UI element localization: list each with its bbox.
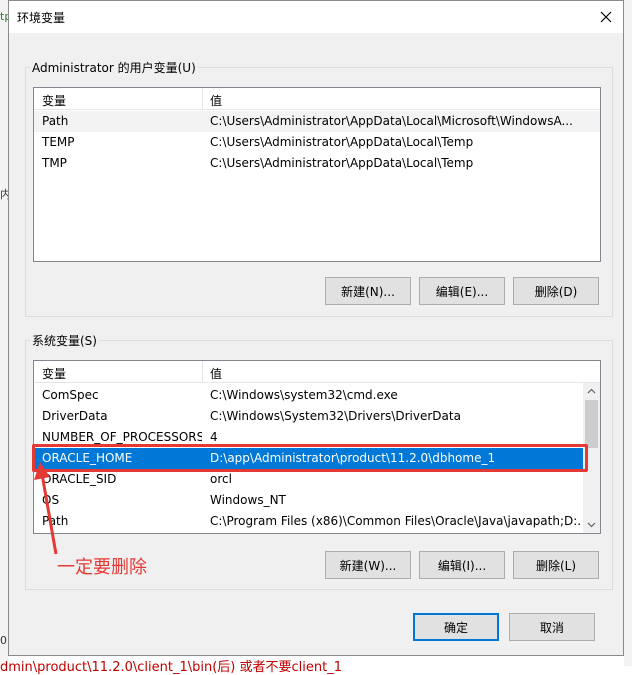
table-row[interactable]: Path C:\Users\Administrator\AppData\Loca… bbox=[34, 111, 600, 132]
column-header-name[interactable]: 变量 bbox=[42, 92, 66, 109]
variable-name: DriverData bbox=[42, 409, 108, 423]
system-edit-button[interactable]: 编辑(I)... bbox=[419, 551, 505, 579]
highlight-box bbox=[32, 444, 588, 472]
table-row[interactable]: ComSpec C:\Windows\system32\cmd.exe bbox=[34, 385, 600, 406]
user-delete-button[interactable]: 删除(D) bbox=[513, 277, 599, 305]
table-row[interactable]: OS Windows_NT bbox=[34, 490, 600, 511]
background-text: 0 bbox=[0, 634, 7, 647]
table-row[interactable]: Path C:\Program Files (x86)\Common Files… bbox=[34, 511, 600, 532]
variable-name: Path bbox=[42, 114, 69, 128]
system-delete-button[interactable]: 删除(L) bbox=[513, 551, 599, 579]
scroll-up-button[interactable] bbox=[583, 383, 600, 399]
column-header-value[interactable]: 值 bbox=[210, 365, 222, 382]
variable-value: C:\Windows\system32\cmd.exe bbox=[210, 388, 398, 402]
table-row[interactable]: ORACLE_SID orcl bbox=[34, 469, 600, 490]
scroll-down-button[interactable] bbox=[583, 517, 600, 533]
close-icon bbox=[600, 11, 612, 23]
user-edit-button[interactable]: 编辑(E)... bbox=[419, 277, 505, 305]
column-divider[interactable] bbox=[202, 361, 203, 383]
cancel-button[interactable]: 取消 bbox=[509, 613, 595, 641]
column-header-name[interactable]: 变量 bbox=[42, 365, 66, 382]
column-header-value[interactable]: 值 bbox=[210, 92, 222, 109]
ok-button[interactable]: 确定 bbox=[413, 613, 499, 641]
window-title: 环境变量 bbox=[17, 11, 66, 25]
background-page-left bbox=[0, 0, 8, 666]
column-divider[interactable] bbox=[202, 88, 203, 110]
table-row[interactable]: TEMP C:\Users\Administrator\AppData\Loca… bbox=[34, 132, 600, 153]
variable-value: C:\Users\Administrator\AppData\Local\Tem… bbox=[210, 135, 474, 149]
variable-name: NUMBER_OF_PROCESSORS bbox=[42, 430, 202, 444]
scroll-thumb[interactable] bbox=[585, 400, 598, 448]
variable-value: 4 bbox=[210, 430, 218, 444]
title-bar[interactable]: 环境变量 bbox=[9, 1, 623, 33]
variable-name: TEMP bbox=[42, 135, 75, 149]
user-variables-list[interactable]: 变量 值 Path C:\Users\Administrator\AppData… bbox=[33, 87, 601, 262]
chevron-down-icon bbox=[587, 522, 596, 528]
table-row[interactable]: TMP C:\Users\Administrator\AppData\Local… bbox=[34, 153, 600, 174]
variable-value: Windows_NT bbox=[210, 493, 286, 507]
variable-value: C:\Users\Administrator\AppData\Local\Tem… bbox=[210, 156, 474, 170]
system-new-button[interactable]: 新建(W)... bbox=[325, 551, 411, 579]
background-page-right bbox=[624, 0, 632, 666]
system-variables-legend: 系统变量(S) bbox=[30, 332, 99, 349]
annotation-text: 一定要删除 bbox=[57, 557, 147, 578]
variable-name: ComSpec bbox=[42, 388, 99, 402]
table-row[interactable]: DriverData C:\Windows\System32\Drivers\D… bbox=[34, 406, 600, 427]
chevron-up-icon bbox=[587, 388, 596, 394]
variable-name: TMP bbox=[42, 156, 67, 170]
variable-value: C:\Windows\System32\Drivers\DriverData bbox=[210, 409, 461, 423]
variable-value: C:\Users\Administrator\AppData\Local\Mic… bbox=[210, 114, 573, 128]
user-new-button[interactable]: 新建(N)... bbox=[325, 277, 411, 305]
variable-value: orcl bbox=[210, 472, 232, 486]
close-button[interactable] bbox=[593, 4, 619, 30]
arrow-icon bbox=[34, 462, 58, 555]
variable-value: C:\Program Files (x86)\Common Files\Orac… bbox=[210, 514, 582, 528]
list-header: 变量 值 bbox=[34, 88, 600, 110]
user-variables-legend: Administrator 的用户变量(U) bbox=[30, 59, 198, 76]
list-header: 变量 值 bbox=[34, 361, 600, 383]
